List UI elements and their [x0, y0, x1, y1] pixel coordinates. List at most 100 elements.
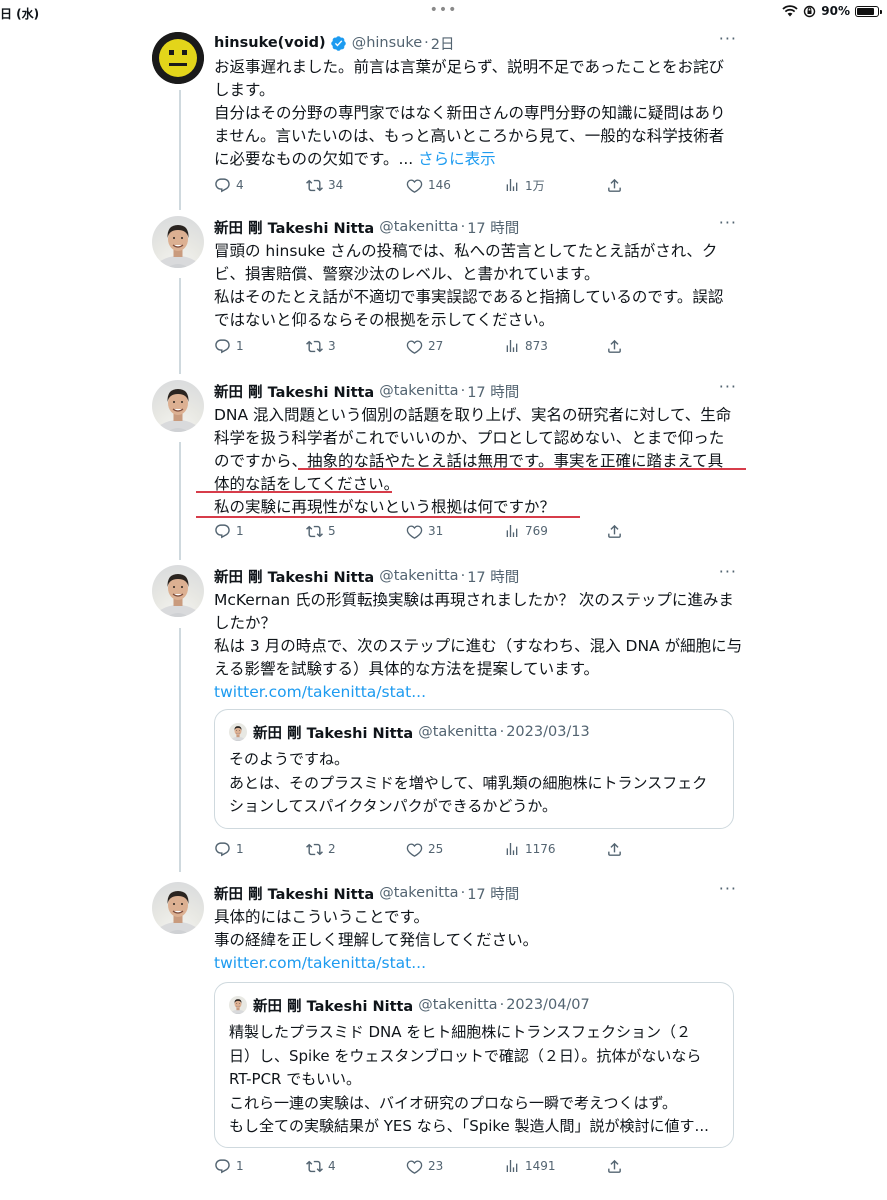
tweet-header: 新田 剛 Takeshi Nitta @takenitta · 17 時間 [214, 882, 739, 904]
reply-count: 1 [236, 1159, 244, 1173]
timestamp[interactable]: 17 時間 [467, 566, 519, 587]
tweet-text-line: ません。言いたいのは、もっと高いところから見て、一般的な科学技術者 [214, 127, 725, 145]
display-name[interactable]: 新田 剛 Takeshi Nitta [214, 381, 374, 402]
retweet-button[interactable]: 2 [306, 841, 336, 858]
reply-button[interactable]: 1 [214, 841, 244, 858]
quoted-tweet[interactable]: 新田 剛 Takeshi Nitta @takenitta · 2023/03/… [214, 709, 734, 829]
reply-icon [214, 523, 231, 540]
like-button[interactable]: 27 [406, 338, 443, 355]
tweet-link[interactable]: twitter.com/takenitta/stat... [214, 681, 739, 704]
views-button[interactable]: 1万 [504, 177, 545, 194]
like-button[interactable]: 23 [406, 1158, 443, 1175]
timestamp[interactable]: 2日 [431, 33, 455, 54]
retweet-button[interactable]: 3 [306, 338, 336, 355]
share-button[interactable] [606, 338, 623, 355]
more-options-icon[interactable]: ··· [719, 31, 737, 47]
tweet-header: 新田 剛 Takeshi Nitta @takenitta · 17 時間 [214, 216, 739, 238]
retweet-button[interactable]: 5 [306, 523, 336, 540]
retweet-icon [306, 338, 323, 355]
display-name[interactable]: 新田 剛 Takeshi Nitta [214, 883, 374, 904]
quoted-tweet[interactable]: 新田 剛 Takeshi Nitta @takenitta · 2023/04/… [214, 982, 734, 1148]
avatar[interactable] [152, 32, 204, 84]
tweet[interactable]: 新田 剛 Takeshi Nitta @takenitta · 17 時間 ··… [152, 379, 742, 550]
handle[interactable]: @hinsuke [352, 35, 422, 51]
display-name[interactable]: 新田 剛 Takeshi Nitta [214, 217, 374, 238]
views-icon [504, 841, 520, 857]
avatar[interactable] [152, 882, 204, 934]
views-button[interactable]: 873 [504, 338, 548, 354]
avatar[interactable] [152, 216, 204, 268]
handle[interactable]: @takenitta [379, 568, 458, 584]
views-button[interactable]: 1176 [504, 841, 556, 857]
more-options-icon[interactable]: ··· [719, 564, 737, 580]
reply-icon [214, 841, 231, 858]
like-count: 25 [428, 842, 444, 856]
timestamp[interactable]: 17 時間 [467, 217, 519, 238]
retweet-icon [306, 1158, 323, 1175]
verified-badge-icon [330, 35, 347, 52]
battery-icon [855, 5, 882, 17]
heart-icon [406, 841, 423, 858]
timestamp[interactable]: 17 時間 [467, 381, 519, 402]
battery-percent: 90% [821, 4, 850, 18]
reply-button[interactable]: 1 [214, 338, 244, 355]
quoted-text-line: 日）し、Spike をウェスタンブロットで確認（２日）。抗体がないなら [229, 1046, 702, 1065]
separator: · [460, 219, 466, 235]
wifi-icon [782, 5, 798, 17]
quoted-display-name: 新田 剛 Takeshi Nitta [253, 998, 414, 1015]
tweet-header: 新田 剛 Takeshi Nitta @takenitta · 17 時間 [214, 565, 739, 587]
share-button[interactable] [606, 1158, 623, 1175]
retweet-button[interactable]: 4 [306, 1158, 336, 1175]
like-button[interactable]: 146 [406, 177, 451, 194]
tweet-body: 新田 剛 Takeshi Nitta @takenitta · 17 時間 ··… [214, 379, 739, 519]
reply-count: 1 [236, 339, 244, 353]
more-options-icon[interactable]: ··· [719, 215, 737, 231]
share-icon [606, 1158, 623, 1175]
reply-button[interactable]: 1 [214, 1158, 244, 1175]
handle[interactable]: @takenitta [379, 383, 458, 399]
handle[interactable]: @takenitta [379, 219, 458, 235]
like-button[interactable]: 25 [406, 841, 443, 858]
quoted-text-line: 精製したプラスミド DNA をヒト細胞株にトランスフェクション（２ [229, 1023, 691, 1041]
share-button[interactable] [606, 523, 623, 540]
avatar[interactable] [152, 380, 204, 432]
tweet[interactable]: hinsuke(void) @hinsuke · 2日 ··· お返事遅れました… [152, 31, 742, 202]
retweet-button[interactable]: 34 [306, 177, 343, 194]
quoted-display-name: 新田 剛 Takeshi Nitta [253, 725, 414, 742]
profile-photo-icon [152, 882, 204, 934]
quoted-tweet-header: 新田 剛 Takeshi Nitta @takenitta · 2023/04/… [229, 995, 719, 1015]
avatar[interactable] [152, 565, 204, 617]
tweet[interactable]: 新田 剛 Takeshi Nitta @takenitta · 17 時間 ··… [152, 564, 743, 865]
timestamp[interactable]: 17 時間 [467, 883, 519, 904]
more-options-icon[interactable]: ··· [719, 379, 737, 395]
retweet-icon [306, 841, 323, 858]
show-more-link[interactable]: さらに表示 [418, 150, 496, 168]
share-button[interactable] [606, 841, 623, 858]
views-button[interactable]: 1491 [504, 1158, 556, 1174]
tweet-text-line: 冒頭の hinsuke さんの投稿では、私への苦言としてたとえ話がされ、ク [214, 242, 718, 260]
retweet-count: 5 [328, 524, 336, 538]
tweet-header: 新田 剛 Takeshi Nitta @takenitta · 17 時間 [214, 380, 739, 402]
display-name[interactable]: hinsuke(void) [214, 35, 326, 51]
views-button[interactable]: 769 [504, 523, 548, 539]
view-count: 1176 [525, 842, 556, 856]
reply-button[interactable]: 4 [214, 177, 244, 194]
tweet[interactable]: 新田 剛 Takeshi Nitta @takenitta · 17 時間 ··… [152, 881, 742, 1192]
like-count: 27 [428, 339, 444, 353]
reply-button[interactable]: 1 [214, 523, 244, 540]
tweet-text-line: 私は 3 月の時点で、次のステップに進む（すなわち、混入 DNA が細胞に与 [214, 637, 743, 655]
like-count: 146 [428, 178, 451, 192]
profile-photo-icon [229, 996, 247, 1014]
tweet-text-line: DNA 混入問題という個別の話題を取り上げ、実名の研究者に対して、生命 [214, 406, 732, 424]
tweet[interactable]: 新田 剛 Takeshi Nitta @takenitta · 17 時間 ··… [152, 215, 742, 366]
handle[interactable]: @takenitta [379, 885, 458, 901]
tweet-link[interactable]: twitter.com/takenitta/stat... [214, 952, 739, 975]
quoted-handle: @takenitta [418, 997, 498, 1013]
display-name[interactable]: 新田 剛 Takeshi Nitta [214, 566, 374, 587]
like-button[interactable]: 31 [406, 523, 443, 540]
more-options-icon[interactable]: ··· [719, 881, 737, 897]
multitasking-dots-icon[interactable]: ••• [0, 2, 887, 18]
tweet-text-line: お返事遅れました。前言は言葉が足らず、説明不足であったことをお詫び [214, 58, 724, 76]
tweet-text-line: 科学を扱う科学者がこれでいいのか、プロとして認めない、とまで仰った [214, 429, 725, 447]
share-button[interactable] [606, 177, 623, 194]
